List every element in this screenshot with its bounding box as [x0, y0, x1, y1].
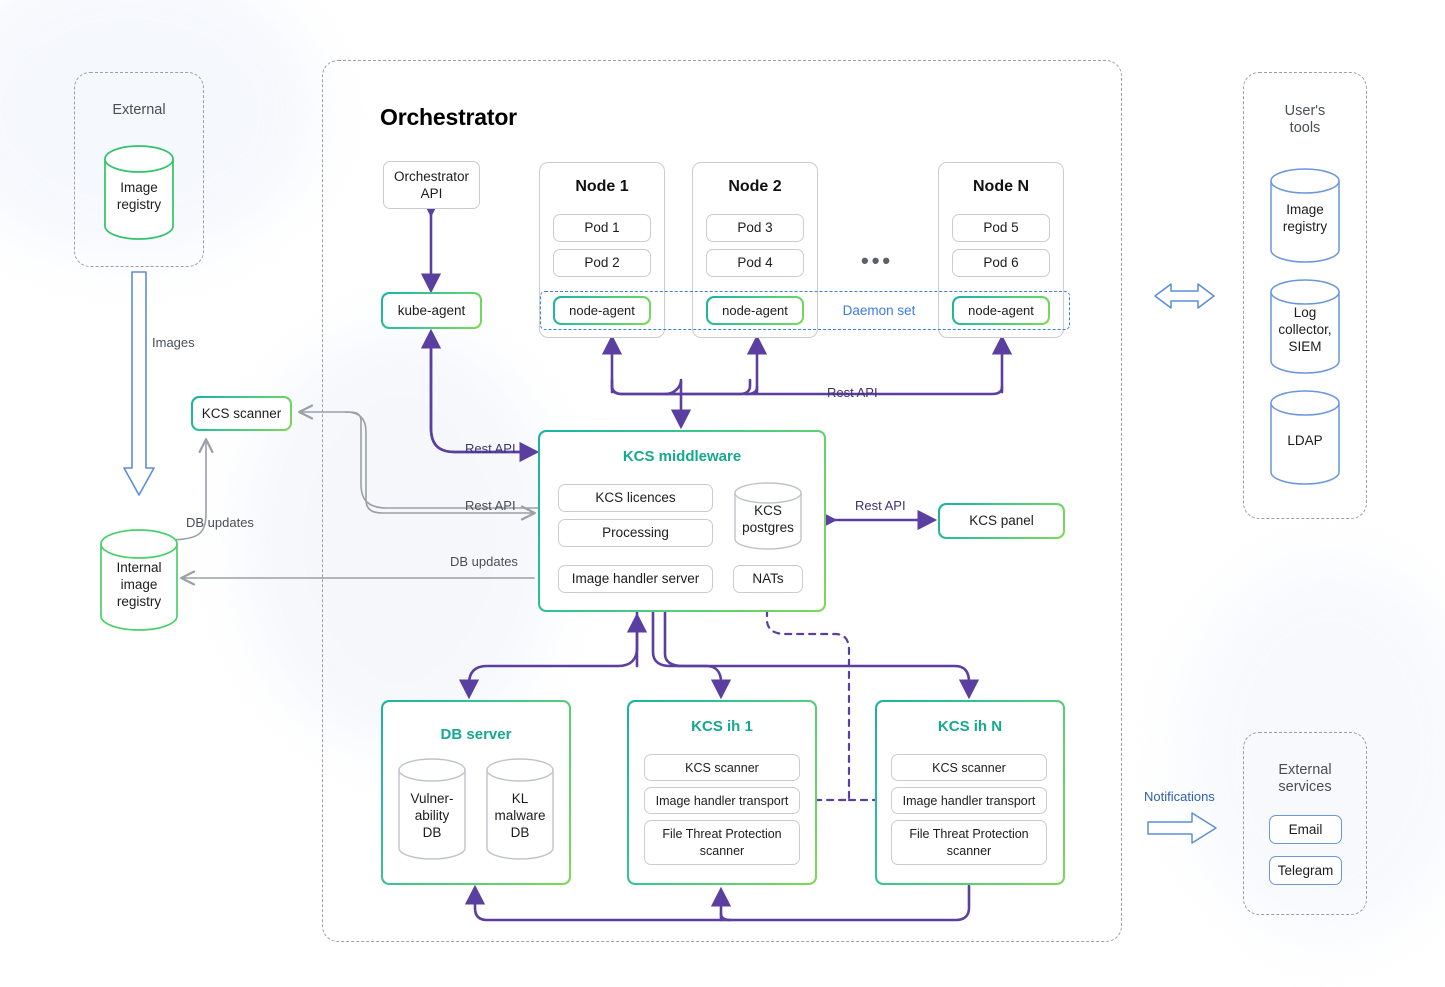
daemon-set-boundary [540, 291, 1070, 330]
external-image-registry-cylinder: Image registry [103, 145, 175, 240]
log-collector-siem-label: Log collector, SIEM [1278, 305, 1332, 354]
kcs-panel-box[interactable]: KCS panel [938, 503, 1065, 539]
vulnerability-db-label: Vulner- ability DB [410, 791, 454, 840]
rest-api-panel-label: Rest API [855, 498, 906, 513]
kcs-ih-1-title: KCS ih 1 [691, 718, 753, 735]
kcs-ih-n-scanner-box[interactable]: KCS scanner [891, 754, 1047, 781]
node-2-title: Node 2 [728, 178, 782, 195]
pod-5-box[interactable]: Pod 5 [952, 214, 1050, 242]
rest-api-scanner-label: Rest API [465, 498, 516, 513]
pod-2-box[interactable]: Pod 2 [553, 249, 651, 277]
kcs-panel-label: KCS panel [939, 504, 1064, 538]
processing-box[interactable]: Processing [558, 519, 713, 547]
node-n-title: Node N [973, 178, 1029, 195]
rest-api-nodes-label: Rest API [827, 385, 878, 400]
kcs-ih-1-scanner-box[interactable]: KCS scanner [644, 754, 800, 781]
orchestrator-api-box[interactable]: Orchestrator API [383, 161, 480, 209]
db-updates-left-label: DB updates [186, 515, 254, 530]
kcs-licences-box[interactable]: KCS licences [558, 484, 713, 512]
kcs-ih-n-transport-box[interactable]: Image handler transport [891, 787, 1047, 814]
users-tools-title: User's tools [1284, 103, 1326, 136]
nats-box[interactable]: NATs [733, 565, 803, 593]
notifications-label: Notifications [1144, 789, 1215, 804]
kube-agent-label: kube-agent [382, 293, 481, 328]
pod-3-box[interactable]: Pod 3 [706, 214, 804, 242]
diagram-canvas: External Image registry Images KCS scann… [0, 0, 1445, 987]
users-image-registry-cylinder: Image registry [1269, 168, 1341, 264]
internal-image-registry-cylinder: Internal image registry [99, 529, 179, 631]
external-services-title: External services [1278, 762, 1332, 795]
pod-6-box[interactable]: Pod 6 [952, 249, 1050, 277]
telegram-box[interactable]: Telegram [1269, 856, 1342, 885]
orchestrator-api-label-1: Orchestrator [393, 169, 470, 184]
pod-1-box[interactable]: Pod 1 [553, 214, 651, 242]
kcs-postgres-cylinder: KCS postgres [733, 482, 803, 550]
internal-registry-label: Internal image registry [116, 560, 162, 609]
node-1-title: Node 1 [575, 178, 629, 195]
db-updates-middleware-label: DB updates [450, 554, 518, 569]
external-registry-label: Image registry [116, 180, 162, 212]
kcs-scanner-left-label: KCS scanner [192, 397, 291, 430]
images-edge-label: Images [152, 335, 195, 350]
pod-4-box[interactable]: Pod 4 [706, 249, 804, 277]
kcs-middleware-title: KCS middleware [622, 448, 742, 465]
users-image-registry-label: Image registry [1282, 202, 1328, 234]
image-handler-server-box[interactable]: Image handler server [558, 565, 713, 593]
orchestrator-api-label-2: API [420, 186, 443, 201]
email-box[interactable]: Email [1269, 815, 1342, 844]
kcs-ih-n-ftp-scanner-box[interactable]: File Threat Protection scanner [891, 820, 1047, 865]
kcs-ih-n-title: KCS ih N [937, 718, 1003, 735]
rest-api-kube-label: Rest API [465, 441, 516, 456]
db-server-title: DB server [440, 726, 512, 743]
kcs-ih-1-ftp-scanner-box[interactable]: File Threat Protection scanner [644, 820, 800, 865]
kcs-ih-1-transport-box[interactable]: Image handler transport [644, 787, 800, 814]
orchestrator-title: Orchestrator [380, 104, 517, 130]
vulnerability-db-cylinder: Vulner- ability DB [397, 758, 467, 862]
nodes-ellipsis: ••• [861, 248, 894, 273]
daemon-set-label: Daemon set [842, 303, 916, 318]
log-collector-siem-cylinder: Log collector, SIEM [1269, 279, 1341, 375]
kcs-postgres-label: KCS postgres [742, 503, 794, 535]
ldap-label: LDAP [1287, 433, 1323, 448]
ldap-cylinder: LDAP [1269, 390, 1341, 486]
kcs-scanner-left-box[interactable]: KCS scanner [191, 396, 292, 431]
external-group-title: External [112, 102, 166, 118]
kl-malware-db-label: KL malware DB [494, 791, 546, 840]
kl-malware-db-cylinder: KL malware DB [485, 758, 555, 862]
kube-agent-box[interactable]: kube-agent [381, 292, 482, 329]
